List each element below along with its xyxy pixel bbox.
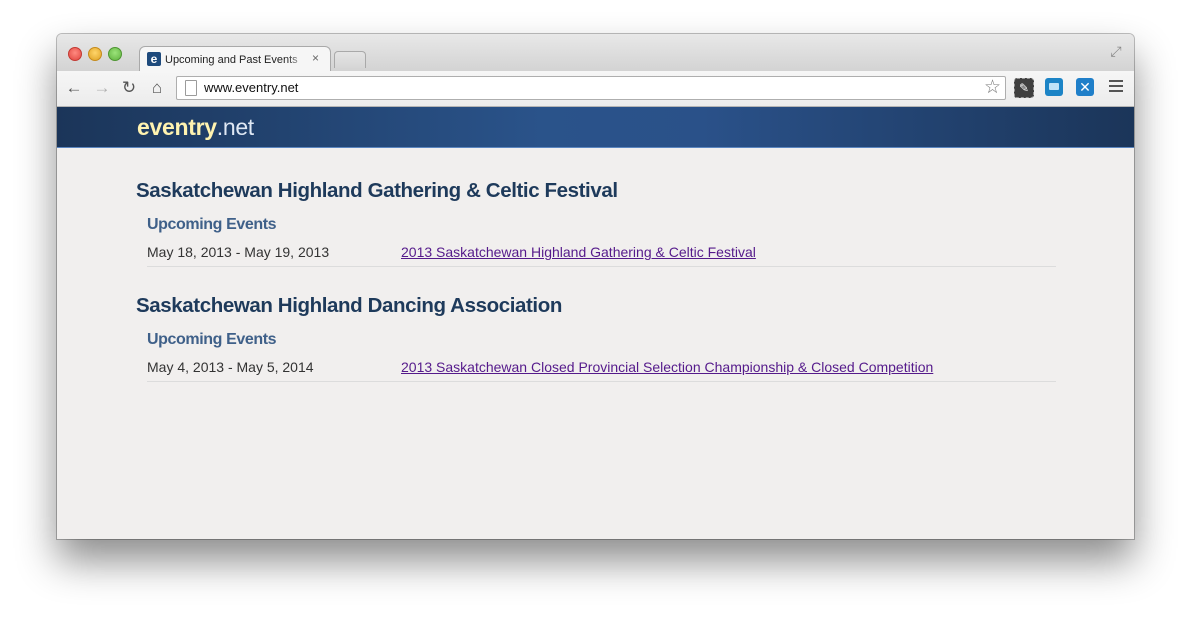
url-text[interactable]: www.eventry.net (204, 80, 298, 96)
site-logo[interactable]: eventry.net (137, 113, 254, 141)
event-row: May 18, 2013 - May 19, 2013 2013 Saskatc… (147, 240, 1056, 267)
tab-close-icon[interactable]: × (312, 51, 319, 65)
window-minimize-button[interactable] (88, 47, 102, 61)
browser-window: e Upcoming and Past Events × ⤢ ← → ↻ ⌂ w… (57, 34, 1134, 539)
event-date: May 4, 2013 - May 5, 2014 (147, 359, 314, 375)
fullscreen-icon[interactable]: ⤢ (1108, 43, 1124, 59)
logo-suffix-text: .net (216, 114, 254, 140)
site-header: eventry.net (57, 107, 1134, 148)
browser-toolbar: ← → ↻ ⌂ www.eventry.net ☆ ✎ ✕ (57, 71, 1134, 107)
tab-title: Upcoming and Past Events (165, 52, 307, 68)
page-content: Saskatchewan Highland Gathering & Celtic… (57, 148, 1134, 539)
screenshot-extension-icon[interactable] (1045, 78, 1063, 96)
back-arrow-icon[interactable]: ← (64, 78, 84, 98)
tab-events[interactable]: e Upcoming and Past Events × (139, 46, 331, 72)
home-icon[interactable]: ⌂ (147, 78, 167, 98)
window-close-button[interactable] (68, 47, 82, 61)
window-zoom-button[interactable] (108, 47, 122, 61)
event-row: May 4, 2013 - May 5, 2014 2013 Saskatche… (147, 355, 1056, 382)
event-date: May 18, 2013 - May 19, 2013 (147, 244, 330, 260)
reload-icon[interactable]: ↻ (119, 78, 139, 98)
hamburger-menu-icon[interactable] (1109, 80, 1123, 94)
new-tab-button[interactable] (334, 51, 366, 68)
site-favicon-icon: e (147, 52, 161, 66)
section-subtitle: Upcoming Events (147, 331, 277, 348)
bookmark-star-icon[interactable]: ☆ (984, 77, 1001, 99)
event-link[interactable]: 2013 Saskatchewan Highland Gathering & C… (401, 244, 756, 260)
forward-arrow-icon[interactable]: → (92, 78, 112, 98)
event-link[interactable]: 2013 Saskatchewan Closed Provincial Sele… (401, 359, 933, 375)
address-bar[interactable]: www.eventry.net ☆ (176, 76, 1006, 100)
organization-title: Saskatchewan Highland Gathering & Celtic… (136, 179, 618, 202)
section-subtitle: Upcoming Events (147, 216, 277, 233)
evernote-extension-icon[interactable]: ✎ (1014, 78, 1034, 98)
page-icon (185, 80, 197, 96)
logo-primary-text: eventry (137, 114, 217, 140)
bird-extension-icon[interactable]: ✕ (1076, 78, 1094, 96)
title-bar: e Upcoming and Past Events × ⤢ (57, 34, 1134, 72)
organization-title: Saskatchewan Highland Dancing Associatio… (136, 294, 562, 317)
